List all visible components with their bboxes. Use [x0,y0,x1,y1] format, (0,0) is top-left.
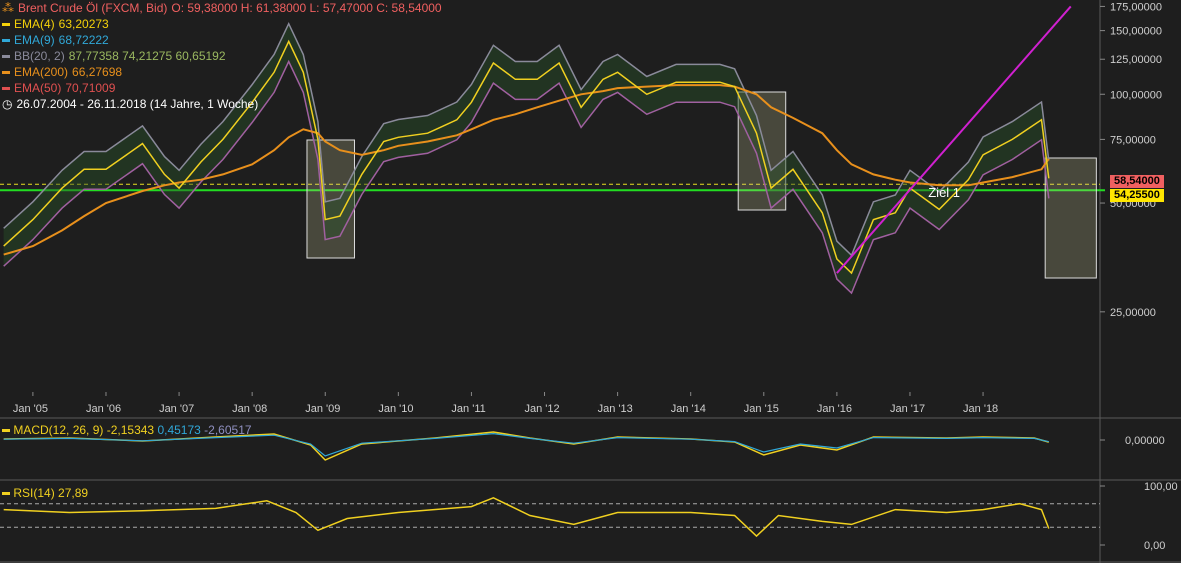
x-tick-label: Jan '05 [13,403,48,415]
y-tick-label: 100,00000 [1110,89,1162,101]
x-tick-label: Jan '17 [890,403,925,415]
ema4-swatch [2,23,10,27]
ohlc-text: O: 59,38000 H: 61,38000 L: 57,47000 C: 5… [171,1,442,15]
rsi-legend[interactable]: RSI(14) 27,89 [2,486,88,500]
y-tick-label: 25,00000 [1110,307,1156,319]
x-tick-label: Jan '18 [963,403,998,415]
target-annotation: Ziel 1 [928,185,960,200]
y-tick-label: 150,00000 [1110,26,1162,38]
y-tick-label: 125,00000 [1110,54,1162,66]
ema9-swatch [2,39,10,43]
chart-icon: ⁂ [2,1,14,15]
macd-swatch [2,429,10,433]
y-tick-label: 75,00000 [1110,134,1156,146]
x-tick-label: Jan '15 [744,403,779,415]
ema50-swatch [2,87,10,91]
x-tick-label: Jan '07 [159,403,194,415]
legend-ema9[interactable]: EMA(9) 68,72222 [2,32,113,48]
highlight-box [1044,157,1097,279]
macd-legend[interactable]: MACD(12, 26, 9) -2,15343 0,45173 -2,6051… [2,423,252,437]
close-price-tag: 58,54000 [1110,175,1164,188]
rsi-tick-label: 0,00 [1144,540,1165,552]
title-text: Brent Crude Öl (FXCM, Bid) [18,1,168,15]
x-tick-label: Jan '12 [525,403,560,415]
y-tick-label: 175,00000 [1110,1,1162,13]
x-tick-label: Jan '16 [817,403,852,415]
level-price-tag: 54,25500 [1110,189,1164,202]
x-tick-label: Jan '10 [378,403,413,415]
date-range: ◷ 26.07.2004 - 26.11.2018 (14 Jahre, 1 Wo… [2,97,259,111]
legend-ema50[interactable]: EMA(50) 70,71009 [2,80,119,96]
x-tick-label: Jan '11 [451,403,485,415]
x-tick-label: Jan '14 [671,403,706,415]
macd-tick-label: 0,00000 [1125,435,1165,447]
x-tick-label: Jan '06 [86,403,121,415]
legend-ema200[interactable]: EMA(200) 66,27698 [2,64,126,80]
rsi-tick-label: 100,00 [1144,481,1178,493]
legend-ema4[interactable]: EMA(4) 63,20273 [2,16,113,32]
ema200-swatch [2,71,10,75]
rsi-swatch [2,492,10,496]
x-tick-label: Jan '08 [232,403,267,415]
clock-icon: ◷ [2,97,13,111]
price-chart[interactable]: 175,00000 150,00000 125,00000 100,00000 75,0… [0,0,1181,563]
legend-bb[interactable]: BB(20, 2) 87,77358 74,21275 60,65192 [2,48,230,64]
bb-swatch [2,55,10,59]
x-tick-label: Jan '09 [305,403,340,415]
chart-title: ⁂ Brent Crude Öl (FXCM, Bid) O: 59,38000 H… [2,0,446,16]
x-tick-label: Jan '13 [598,403,633,415]
